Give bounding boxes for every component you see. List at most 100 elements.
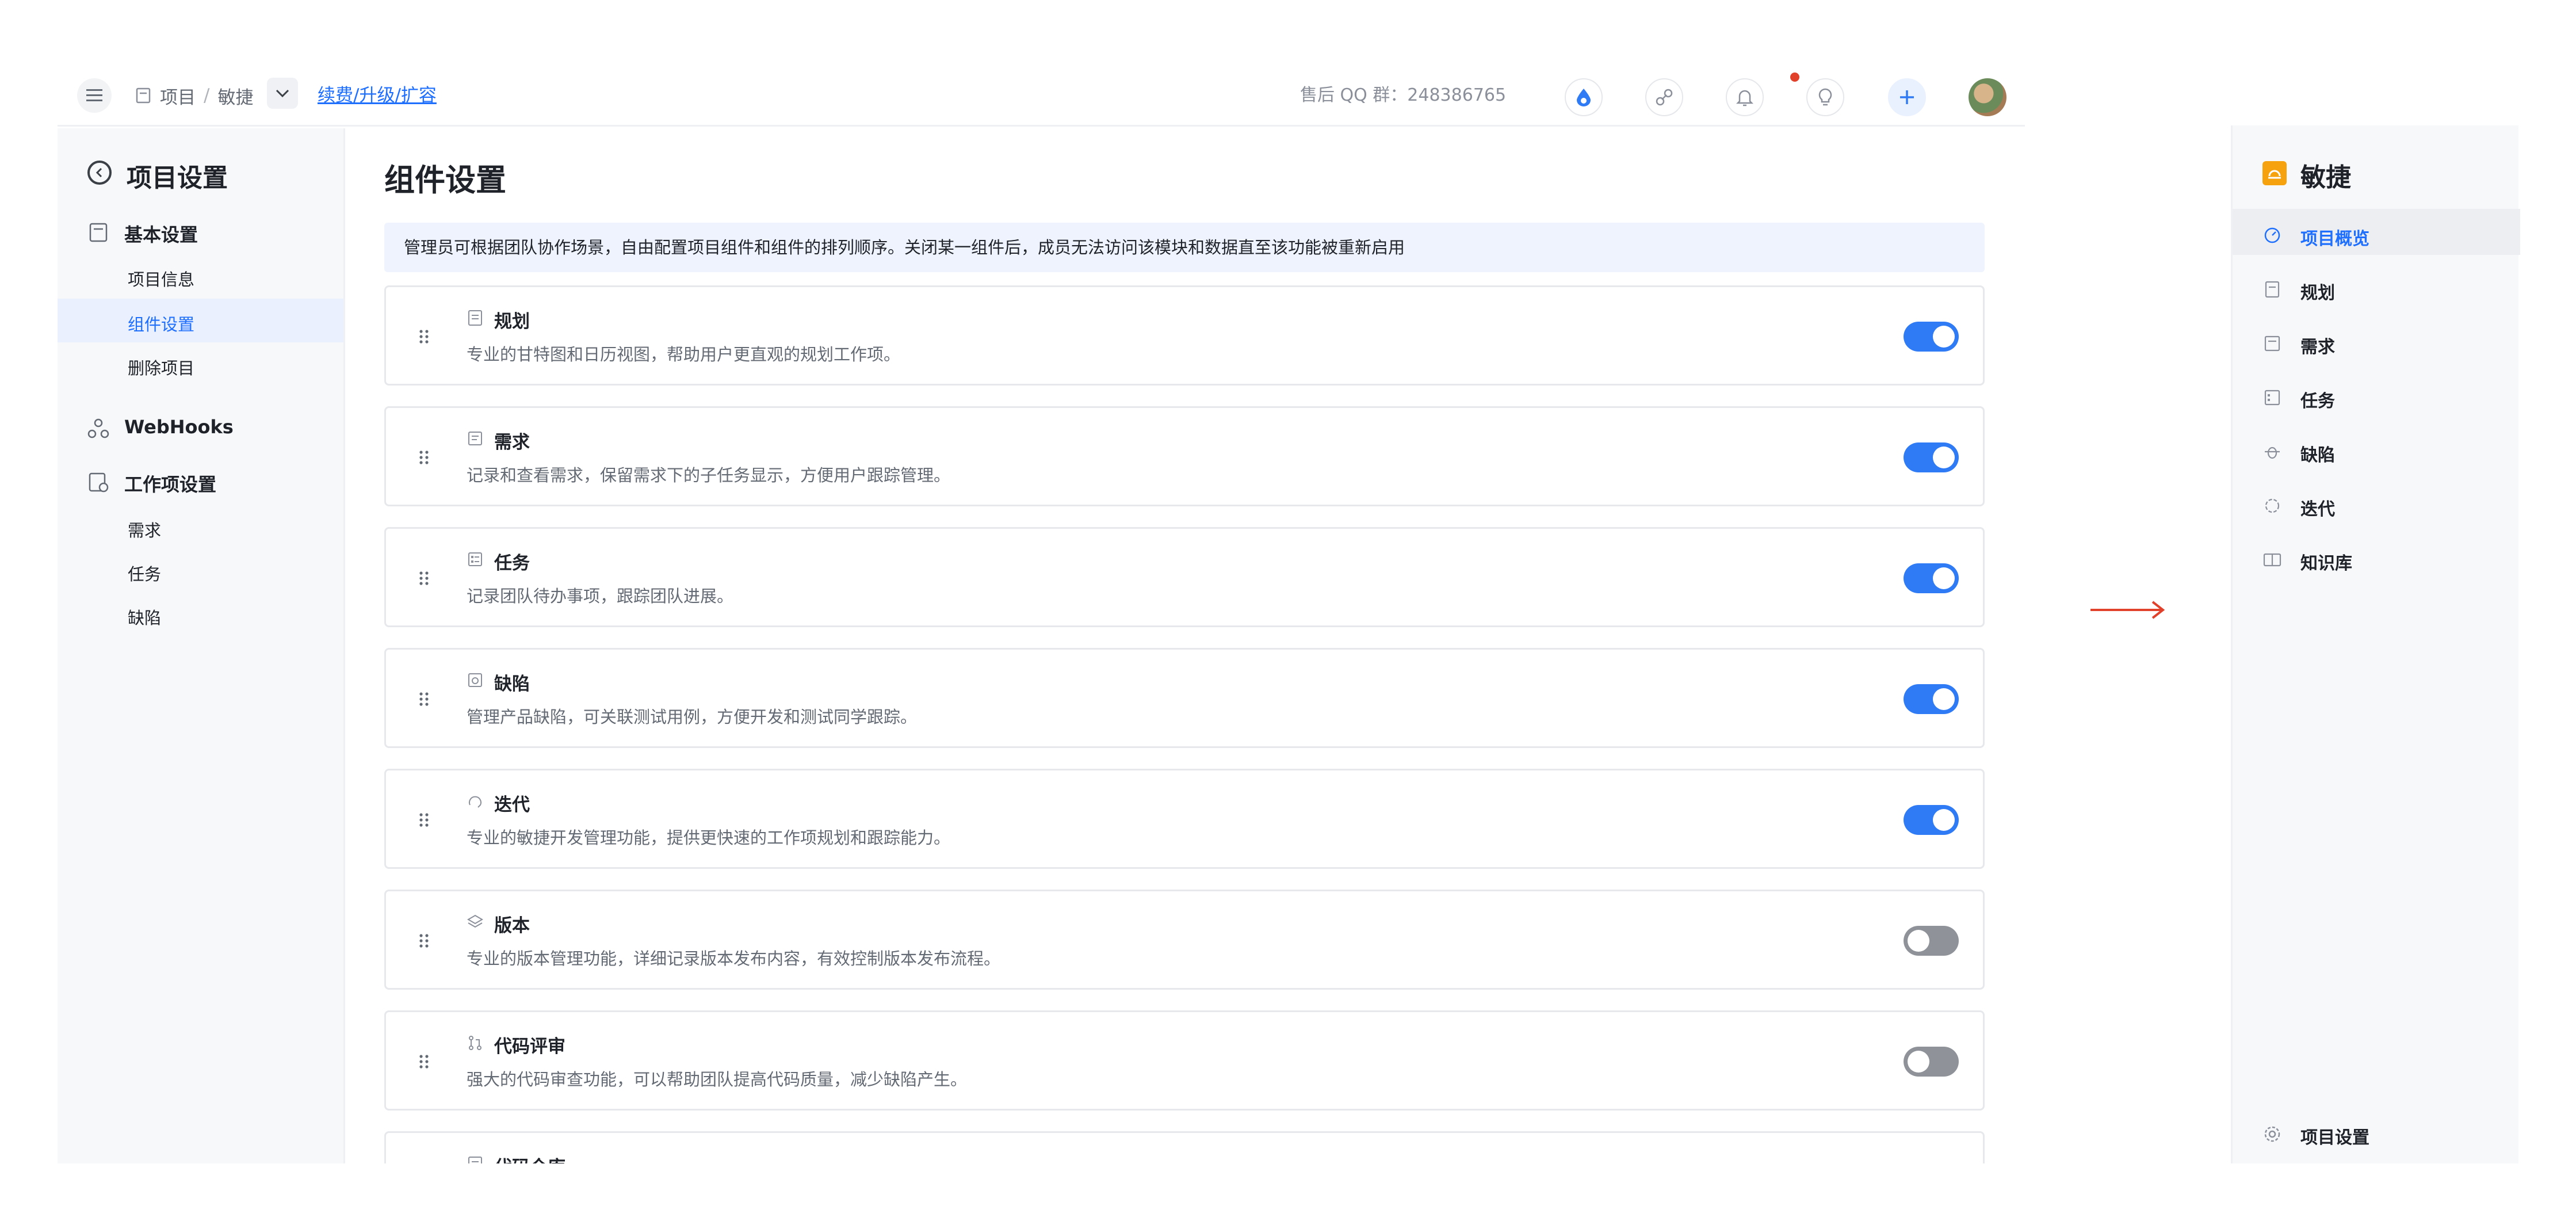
back-button[interactable] xyxy=(87,161,112,185)
component-desc: 强大的代码审查功能，可以帮助团队提高代码质量，减少缺陷产生。 xyxy=(467,1070,968,1089)
workitem-settings-icon xyxy=(89,472,109,493)
breadcrumb-agile[interactable]: 敏捷 xyxy=(217,83,253,109)
drag-handle-icon[interactable] xyxy=(418,329,430,345)
avatar[interactable] xyxy=(1969,78,2006,116)
menu-button[interactable] xyxy=(77,78,112,113)
workitem-settings-group[interactable]: 工作项设置 xyxy=(124,470,216,497)
planning-icon xyxy=(2265,281,2280,298)
component-name: 规划 xyxy=(494,311,530,332)
basic-settings-icon xyxy=(89,223,108,242)
bell-icon xyxy=(1736,90,1753,106)
toggle-knob xyxy=(1933,326,1955,348)
sidebar-item-project-info[interactable]: 项目信息 xyxy=(128,266,194,291)
support-qq-text: 售后 QQ 群：248386765 xyxy=(1300,85,1507,105)
basic-settings-group[interactable]: 基本设置 xyxy=(124,220,198,247)
sidebar-item-task[interactable]: 任务 xyxy=(128,561,161,585)
breadcrumb: 项目 / 敏捷 xyxy=(136,78,253,113)
component-name: 迭代 xyxy=(494,795,530,815)
toggle-knob xyxy=(1908,930,1929,952)
component-toggle[interactable] xyxy=(1904,1047,1959,1077)
component-card: 迭代 专业的敏捷开发管理功能，提供更快速的工作项规划和跟踪能力。 xyxy=(384,769,1985,869)
sidebar-item-component-settings[interactable]: 组件设置 xyxy=(128,311,194,335)
component-card: 规划专业的甘特图和日历视图，帮助用户更直观的规划工作项。 xyxy=(384,285,1985,386)
drag-handle-icon[interactable] xyxy=(418,812,430,828)
preview-item-requirement[interactable]: 需求 xyxy=(2300,333,2335,358)
top-bar: 项目 / 敏捷 续费/升级/扩容 售后 QQ 群：248386765 xyxy=(58,58,2025,127)
component-card: 代码评审强大的代码审查功能，可以帮助团队提高代码质量，减少缺陷产生。 xyxy=(384,1010,1985,1111)
component-toggle[interactable] xyxy=(1904,805,1959,835)
upgrade-link[interactable]: 续费/升级/扩容 xyxy=(318,81,437,106)
toggle-knob xyxy=(1908,1051,1929,1073)
hamburger-icon xyxy=(86,89,102,101)
requirement-icon xyxy=(468,432,482,445)
notification-dot xyxy=(1790,73,1799,82)
preview-item-knowledge-base[interactable]: 知识库 xyxy=(2300,549,2352,574)
component-desc: 专业的甘特图和日历视图，帮助用户更直观的规划工作项。 xyxy=(467,345,901,364)
link-icon xyxy=(1656,89,1673,106)
component-name: 需求 xyxy=(494,432,530,453)
component-toggle[interactable] xyxy=(1904,684,1959,714)
webhooks-icon xyxy=(87,418,109,438)
component-card: 任务 记录团队待办事项，跟踪团队进展。 xyxy=(384,527,1985,627)
breadcrumb-project[interactable]: 项目 xyxy=(160,83,196,109)
plus-icon xyxy=(1900,90,1914,104)
drag-handle-icon[interactable] xyxy=(418,1054,430,1070)
component-desc: 管理产品缺陷，可关联测试用例，方便开发和测试同学跟踪。 xyxy=(467,707,918,727)
notifications-button[interactable] xyxy=(1726,78,1764,116)
task-icon xyxy=(2264,390,2280,406)
preview-item-overview[interactable]: 项目概览 xyxy=(2300,224,2369,250)
component-toggle[interactable] xyxy=(1904,322,1959,352)
preview-item-project-settings[interactable]: 项目设置 xyxy=(2300,1123,2369,1148)
iteration-icon xyxy=(469,796,481,808)
preview-title: 敏捷 xyxy=(2300,163,2351,192)
component-card: 缺陷管理产品缺陷，可关联测试用例，方便开发和测试同学跟踪。 xyxy=(384,648,1985,748)
component-card: 代码仓库 xyxy=(384,1131,1985,1163)
component-name: 缺陷 xyxy=(494,674,530,695)
main-content: 组件设置 管理员可根据团队协作场景，自由配置项目组件和组件的排列顺序。关闭某一组… xyxy=(345,128,2025,1163)
component-card: 版本专业的版本管理功能，详细记录版本发布内容，有效控制版本发布流程。 xyxy=(384,890,1985,990)
version-icon xyxy=(467,914,483,928)
code-repo-icon xyxy=(468,1157,482,1163)
project-switch-button[interactable] xyxy=(267,78,298,109)
create-button[interactable] xyxy=(1888,78,1926,116)
drag-handle-icon[interactable] xyxy=(418,570,430,586)
task-icon xyxy=(468,552,482,566)
component-desc: 记录团队待办事项，跟踪团队进展。 xyxy=(467,586,734,606)
sidebar-item-requirement[interactable]: 需求 xyxy=(128,517,161,541)
toggle-knob xyxy=(1933,447,1955,468)
sidebar-item-delete-project[interactable]: 删除项目 xyxy=(128,355,194,379)
webhooks-group[interactable]: WebHooks xyxy=(124,416,234,438)
link-button[interactable] xyxy=(1645,78,1683,116)
drop-icon xyxy=(1577,89,1591,106)
component-name: 代码评审 xyxy=(494,1036,565,1057)
drag-handle-icon[interactable] xyxy=(418,933,430,949)
settings-sidebar: 项目设置 基本设置 项目信息 组件设置 删除项目 WebHooks 工作项设置 … xyxy=(58,128,345,1163)
info-notice: 管理员可根据团队协作场景，自由配置项目组件和组件的排列顺序。关闭某一组件后，成员… xyxy=(384,223,1985,272)
code-review-icon xyxy=(469,1036,481,1050)
iteration-icon xyxy=(2265,498,2280,513)
bug-icon xyxy=(2265,447,2280,459)
sidebar-item-bug[interactable]: 缺陷 xyxy=(128,605,161,629)
preview-item-iteration[interactable]: 迭代 xyxy=(2300,495,2335,520)
component-toggle[interactable] xyxy=(1904,442,1959,472)
component-toggle[interactable] xyxy=(1904,926,1959,956)
component-toggle[interactable] xyxy=(1904,563,1959,593)
tips-button[interactable] xyxy=(1806,78,1844,116)
drag-handle-icon[interactable] xyxy=(418,449,430,465)
component-name: 版本 xyxy=(494,915,530,936)
settings-title: 项目设置 xyxy=(127,163,228,193)
planning-icon xyxy=(468,310,482,326)
drop-app-button[interactable] xyxy=(1565,78,1603,116)
app-window: 项目 / 敏捷 续费/升级/扩容 售后 QQ 群：248386765 项目设置 … xyxy=(58,58,2025,1163)
preview-item-planning[interactable]: 规划 xyxy=(2300,278,2335,304)
drag-handle-icon[interactable] xyxy=(418,691,430,707)
agile-logo-icon xyxy=(2262,161,2287,185)
gear-icon xyxy=(2264,1126,2280,1142)
preview-item-bug[interactable]: 缺陷 xyxy=(2300,441,2335,466)
requirement-icon xyxy=(2264,335,2280,352)
active-item-highlight xyxy=(58,299,343,342)
preview-item-task[interactable]: 任务 xyxy=(2300,387,2335,412)
toggle-knob xyxy=(1933,567,1955,589)
component-name: 代码仓库 xyxy=(494,1153,565,1163)
component-desc: 专业的版本管理功能，详细记录版本发布内容，有效控制版本发布流程。 xyxy=(467,949,1001,968)
